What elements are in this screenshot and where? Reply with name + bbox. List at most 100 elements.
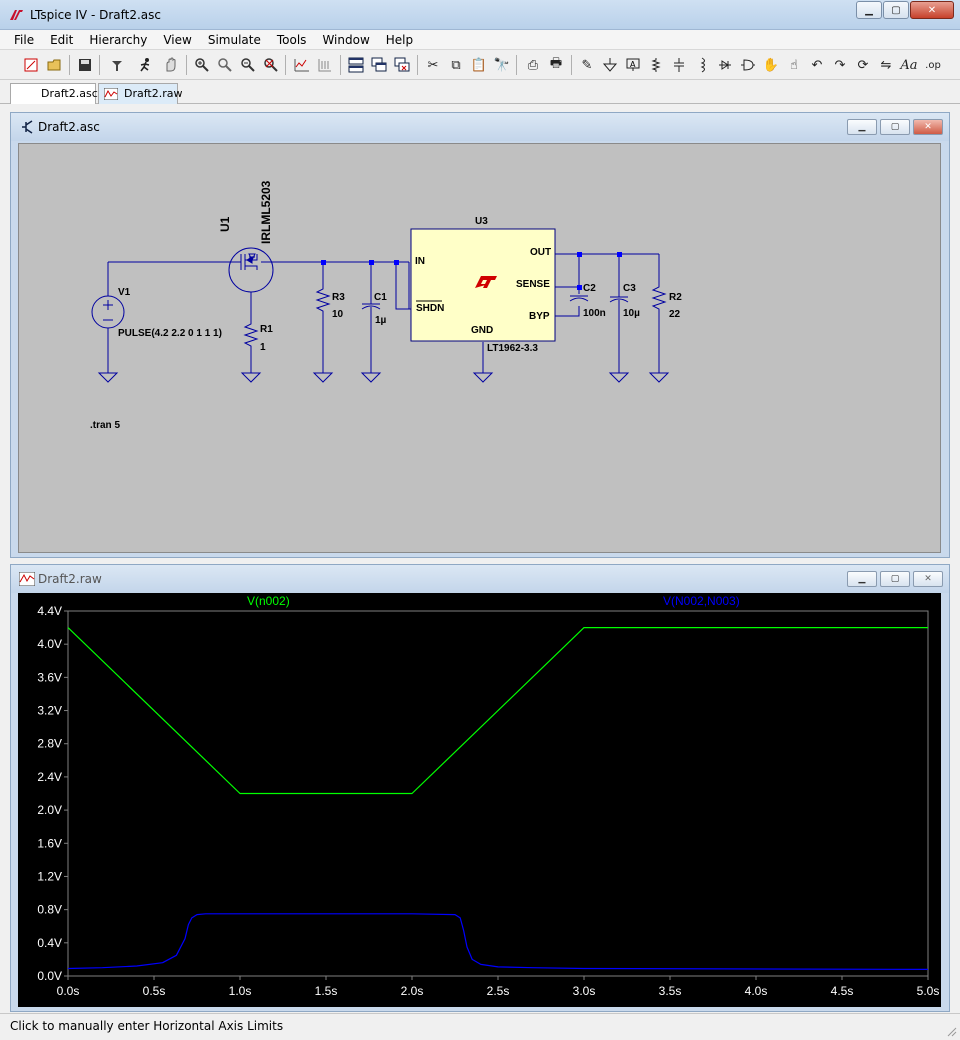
spice-directive-icon[interactable]: .op (922, 54, 944, 76)
x-tick-label: 3.0s (573, 984, 596, 998)
resistor-r1-symbol (243, 319, 259, 373)
schematic-close-button[interactable]: ✕ (913, 119, 943, 135)
new-schematic-icon[interactable] (20, 54, 42, 76)
waveform-minimize-button[interactable]: ▁ (847, 571, 877, 587)
y-tick-label: 0.8V (37, 903, 62, 917)
capacitor-c2-symbol (569, 295, 589, 302)
paste-icon[interactable]: 📋 (468, 54, 490, 76)
autorange-icon[interactable] (291, 54, 313, 76)
resistor-r3-symbol (315, 262, 331, 373)
pin-shdn-label: SHDN (416, 303, 445, 314)
menu-window[interactable]: Window (314, 30, 377, 49)
diode-icon[interactable] (714, 54, 736, 76)
cascade-icon[interactable] (368, 54, 390, 76)
save-icon[interactable] (74, 54, 96, 76)
toolbar: ✂ ⧉ 📋 🔭 ⎙ 🖶 ✎ A ✋ ☝ ↶ ↷ ⟳ ⇋ Aa .op (0, 50, 960, 80)
x-tick-label: 5.0s (917, 984, 940, 998)
close-button[interactable]: ✕ (910, 1, 954, 19)
u3-label: U3 (475, 216, 488, 227)
cut-icon[interactable]: ✂ (422, 54, 444, 76)
rotate-icon[interactable]: ⟳ (852, 54, 874, 76)
waveform-restore-button[interactable]: ▢ (880, 571, 910, 587)
y-tick-label: 2.8V (37, 737, 62, 751)
schematic-restore-button[interactable]: ▢ (880, 119, 910, 135)
waveform-window-titlebar[interactable]: Draft2.raw ▁ ▢ ✕ (11, 565, 949, 593)
c3-value: 10µ (623, 308, 640, 319)
tab-draft2-raw[interactable]: Draft2.raw (98, 83, 182, 104)
c1-value: 1µ (375, 315, 387, 326)
close-all-icon[interactable] (391, 54, 413, 76)
halt-icon[interactable] (160, 54, 182, 76)
menu-hierarchy[interactable]: Hierarchy (81, 30, 155, 49)
y-tick-label: 4.0V (37, 637, 62, 651)
undo-icon[interactable]: ↶ (806, 54, 828, 76)
pin-byp-label: BYP (529, 311, 550, 322)
zoom-out-icon[interactable] (237, 54, 259, 76)
mosfet-symbol (228, 247, 274, 293)
menu-edit[interactable]: Edit (42, 30, 81, 49)
zoom-fit-icon[interactable] (260, 54, 282, 76)
u1-label: U1 (218, 216, 232, 232)
minimize-button[interactable]: ▁ (856, 1, 882, 19)
ground-icon[interactable] (599, 54, 621, 76)
menu-file[interactable]: File (6, 30, 42, 49)
u1-part: IRLML5203 (259, 180, 273, 244)
y-tick-label: 1.6V (37, 836, 62, 850)
schematic-canvas[interactable]: V1 PULSE(4.2 2.2 0 1 1 1) U1 IRLML5203 R… (18, 143, 941, 553)
print-icon[interactable]: 🖶 (545, 54, 567, 76)
run-icon[interactable] (135, 54, 157, 76)
copy-icon[interactable]: ⧉ (445, 54, 467, 76)
c1-label: C1 (374, 292, 387, 303)
control-panel-icon[interactable] (106, 54, 128, 76)
resistor-icon[interactable] (645, 54, 667, 76)
waveform-chart: 0.0V 0.4V 0.8V 1.2V 1.6V 2.0V 2.4V 2.8V 3.2V 3.6V… (37, 604, 940, 998)
open-icon[interactable] (44, 54, 66, 76)
move-icon[interactable]: ✋ (760, 54, 782, 76)
x-tick-label: 3.5s (659, 984, 682, 998)
print-setup-icon[interactable]: ⎙ (522, 54, 544, 76)
component-icon[interactable] (737, 54, 759, 76)
c2-value: 100n (583, 308, 606, 319)
pin-gnd-label: GND (471, 325, 494, 336)
tile-icon[interactable] (345, 54, 367, 76)
redo-icon[interactable]: ↷ (829, 54, 851, 76)
drag-icon[interactable]: ☝ (783, 54, 805, 76)
document-tab-bar: Draft2.asc Draft2.raw (0, 80, 960, 104)
schematic-minimize-button[interactable]: ▁ (847, 119, 877, 135)
menu-bar: File Edit Hierarchy View Simulate Tools … (0, 30, 960, 50)
r3-label: R3 (332, 292, 345, 303)
mirror-icon[interactable]: ⇋ (875, 54, 897, 76)
resize-grip-icon[interactable] (945, 1025, 957, 1037)
find-icon[interactable]: 🔭 (491, 54, 513, 76)
draw-wire-icon[interactable]: ✎ (576, 54, 598, 76)
c3-label: C3 (623, 283, 636, 294)
text-icon[interactable]: Aa (898, 54, 920, 76)
menu-tools[interactable]: Tools (269, 30, 315, 49)
v1-value: PULSE(4.2 2.2 0 1 1 1) (118, 328, 222, 339)
grid-icon[interactable] (314, 54, 336, 76)
tab-label: Draft2.raw (124, 87, 183, 100)
tab-draft2-asc[interactable]: Draft2.asc (10, 83, 98, 104)
tran-directive[interactable]: .tran 5 (90, 420, 120, 431)
zoom-pan-icon[interactable] (214, 54, 236, 76)
zoom-in-icon[interactable] (191, 54, 213, 76)
inductor-icon[interactable] (691, 54, 713, 76)
menu-help[interactable]: Help (378, 30, 421, 49)
schematic-window-titlebar[interactable]: Draft2.asc ▁ ▢ ✕ (11, 113, 949, 141)
waveform-plot-area[interactable]: V(n002) V(N002,N003) 0.0V 0.4V 0.8V 1.2V 1.6… (18, 593, 941, 1007)
svg-text:A: A (630, 60, 636, 69)
maximize-button[interactable]: ▢ (883, 1, 909, 19)
capacitor-icon[interactable] (668, 54, 690, 76)
r2-label: R2 (669, 292, 682, 303)
waveform-close-button[interactable]: ✕ (913, 571, 943, 587)
menu-view[interactable]: View (155, 30, 199, 49)
menu-simulate[interactable]: Simulate (200, 30, 269, 49)
u3-part: LT1962-3.3 (487, 343, 538, 354)
x-tick-label: 1.0s (229, 984, 252, 998)
x-tick-label: 2.0s (401, 984, 424, 998)
waveform-window: Draft2.raw ▁ ▢ ✕ V(n002) V(N002,N003) 0.… (10, 564, 950, 1012)
waveform-icon (19, 572, 35, 586)
y-tick-label: 3.6V (37, 670, 62, 684)
schematic-window-title: Draft2.asc (38, 120, 100, 134)
label-icon[interactable]: A (622, 54, 644, 76)
